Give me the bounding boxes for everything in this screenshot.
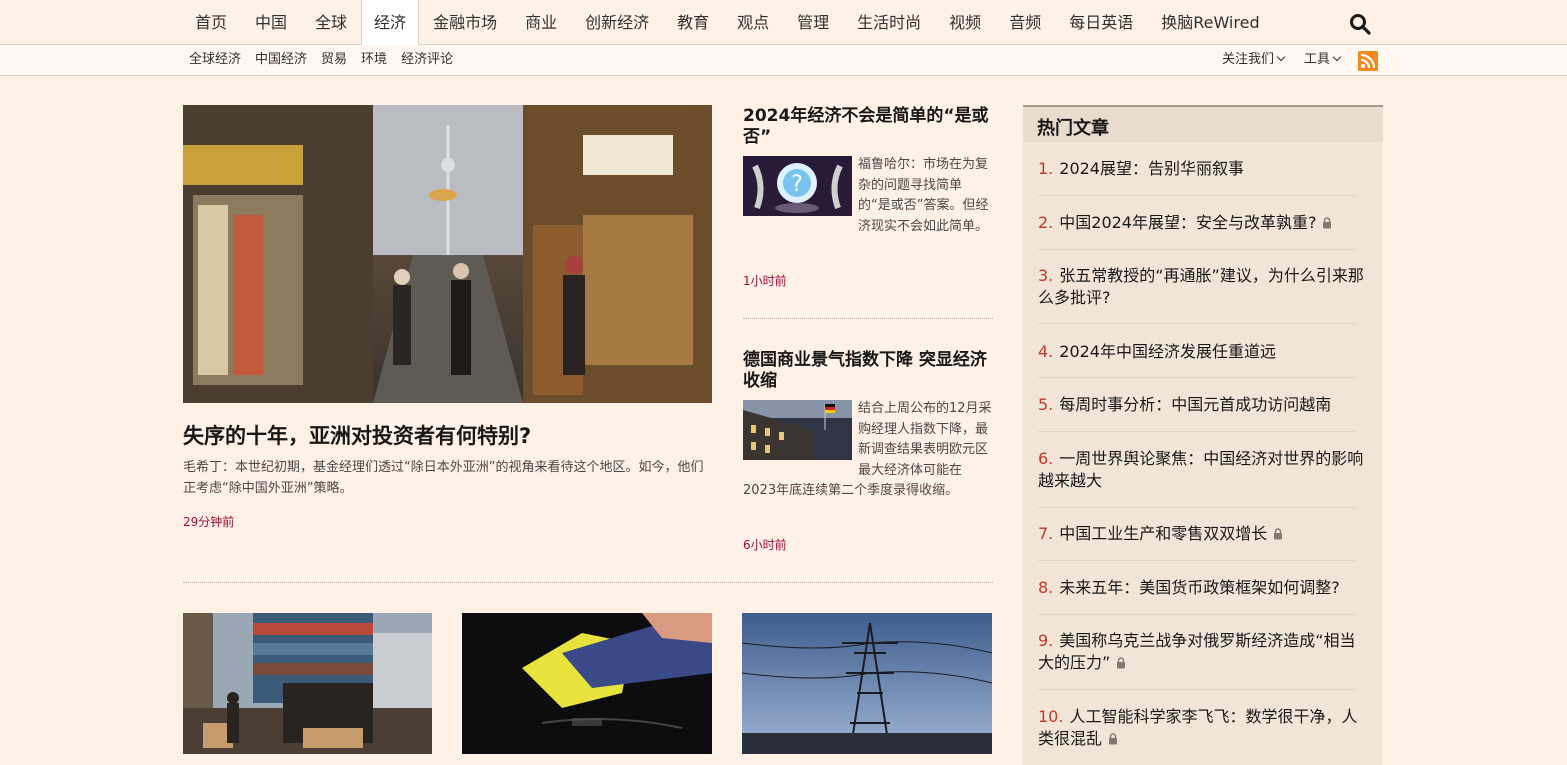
lock-icon [1109,733,1118,745]
nav-item-management[interactable]: 管理 [783,0,843,44]
hot-divider [1038,323,1355,324]
lead-story-image[interactable] [183,105,712,403]
story-image-power-lines[interactable] [742,613,992,754]
hot-article-title: 一周世界舆论聚焦：中国经济对世界的影响越来越大 [1038,449,1364,490]
hot-article-title: 中国2024年展望：安全与改革孰重? [1059,213,1317,232]
hot-divider [1038,507,1355,508]
story-image-cleaning[interactable] [462,613,712,754]
hot-articles-panel: 热门文章 1. 2024展望：告别华丽叙事 2. 中国2024年展望：安全与改革孰重… [1023,105,1383,765]
nav-item-markets[interactable]: 金融市场 [419,0,511,44]
side-story-1-summary: ? 福鲁哈尔：市场在为复杂的问题寻找简单的“是或否”答案。但经济现实不会如此简单… [743,155,993,237]
chevron-down-icon [1276,52,1286,62]
hot-article-title: 美国称乌克兰战争对俄罗斯经济造成“相当大的压力” [1038,631,1356,672]
hot-article-8[interactable]: 8. 未来五年：美国货币政策框架如何调整? [1038,577,1368,599]
subnav-item-trade[interactable]: 贸易 [314,45,354,75]
side-story-1-image[interactable]: ? [743,156,852,216]
hot-article-title: 2024年中国经济发展任重道远 [1059,342,1276,361]
lock-icon [1323,217,1332,229]
top-navigation: 首页 中国 全球 经济 金融市场 商业 创新经济 教育 观点 管理 生活时尚 视… [0,0,1567,45]
lead-story-timestamp: 29分钟前 [183,515,235,529]
rank-number: 9. [1038,631,1054,650]
nav-item-audio[interactable]: 音频 [995,0,1055,44]
rank-number: 2. [1038,213,1054,232]
hot-article-6[interactable]: 6. 一周世界舆论聚焦：中国经济对世界的影响越来越大 [1038,448,1368,492]
hot-article-5[interactable]: 5. 每周时事分析：中国元首成功访问越南 [1038,394,1368,416]
rank-number: 10. [1038,707,1064,726]
nav-item-world[interactable]: 全球 [301,0,361,44]
hot-divider [1038,249,1355,250]
nav-item-china[interactable]: 中国 [241,0,301,44]
divider [743,318,993,319]
hot-divider [1038,195,1355,196]
hot-divider [1038,689,1355,690]
rss-icon[interactable] [1358,51,1378,71]
follow-us-dropdown[interactable]: 关注我们 [1222,45,1286,75]
rank-number: 1. [1038,159,1054,178]
lock-icon [1274,528,1283,540]
side-story-2-summary: 结合上周公布的12月采购经理人指数下降，最新调查结果表明欧元区最大经济体可能在2… [743,399,993,502]
hot-articles-heading: 热门文章 [1037,118,1109,139]
side-story-2-timestamp: 6小时前 [743,538,787,552]
hot-divider [1038,431,1355,432]
hot-article-title: 人工智能科学家李飞飞：数学很干净，人类很混乱 [1038,707,1358,748]
subnav-list: 全球经济 中国经济 贸易 环境 经济评论 [182,45,460,75]
side-story-1-text: 福鲁哈尔：市场在为复杂的问题寻找简单的“是或否”答案。但经济现实不会如此简单。 [858,157,989,234]
lead-story-summary: 毛希丁：本世纪初期，基金经理们透过“除日本外亚洲”的视角来看待这个地区。如今，他… [183,460,704,496]
rank-number: 6. [1038,449,1054,468]
side-story-2-title[interactable]: 德国商业景气指数下降 突显经济收缩 [743,350,995,392]
nav-item-education[interactable]: 教育 [663,0,723,44]
nav-item-lifestyle[interactable]: 生活时尚 [843,0,935,44]
nav-item-innovation[interactable]: 创新经济 [571,0,663,44]
hot-articles-header: 热门文章 [1023,105,1383,142]
nav-item-daily-english[interactable]: 每日英语 [1055,0,1147,44]
svg-text:?: ? [791,172,803,197]
rank-number: 4. [1038,342,1054,361]
search-icon[interactable] [1348,12,1372,36]
nav-item-video[interactable]: 视频 [935,0,995,44]
hot-divider [1038,560,1355,561]
hot-article-title: 张五常教授的“再通胀”建议，为什么引来那么多批评? [1038,266,1364,307]
nav-item-business[interactable]: 商业 [511,0,571,44]
nav-item-rewired[interactable]: 换脑ReWired [1147,0,1273,44]
hot-article-7[interactable]: 7. 中国工业生产和零售双双增长 [1038,523,1368,545]
hot-article-title: 中国工业生产和零售双双增长 [1059,524,1268,543]
rank-number: 8. [1038,578,1054,597]
subnav-item-global-economy[interactable]: 全球经济 [182,45,248,75]
subnav-item-china-economy[interactable]: 中国经济 [248,45,314,75]
side-story-1-timestamp: 1小时前 [743,274,787,288]
subnav-item-economic-commentary[interactable]: 经济评论 [394,45,460,75]
hot-article-title: 2024展望：告别华丽叙事 [1059,159,1244,178]
hot-article-4[interactable]: 4. 2024年中国经济发展任重道远 [1038,341,1368,363]
hot-article-9[interactable]: 9. 美国称乌克兰战争对俄罗斯经济造成“相当大的压力” [1038,630,1368,674]
rank-number: 3. [1038,266,1054,285]
rank-number: 5. [1038,395,1054,414]
hot-divider [1038,614,1355,615]
side-story-2-image[interactable] [743,400,852,460]
tools-dropdown[interactable]: 工具 [1304,45,1342,75]
follow-us-label: 关注我们 [1222,52,1275,67]
lead-story-title[interactable]: 失序的十年，亚洲对投资者有何特别? [183,420,713,450]
nav-item-economy[interactable]: 经济 [361,0,420,45]
hot-article-10[interactable]: 10. 人工智能科学家李飞飞：数学很干净，人类很混乱 [1038,706,1368,750]
hot-article-title: 每周时事分析：中国元首成功访问越南 [1059,395,1332,414]
side-story-1-title[interactable]: 2024年经济不会是简单的“是或否” [743,106,995,148]
hot-article-1[interactable]: 1. 2024展望：告别华丽叙事 [1038,158,1368,180]
hot-article-2[interactable]: 2. 中国2024年展望：安全与改革孰重? [1038,212,1368,234]
rank-number: 7. [1038,524,1054,543]
tools-label: 工具 [1304,52,1331,67]
nav-item-home[interactable]: 首页 [181,0,241,44]
sub-navigation: 全球经济 中国经济 贸易 环境 经济评论 关注我们 工具 [0,45,1567,76]
nav-item-opinion[interactable]: 观点 [723,0,783,44]
hot-article-title: 未来五年：美国货币政策框架如何调整? [1059,578,1340,597]
subnav-item-environment[interactable]: 环境 [354,45,394,75]
hot-article-3[interactable]: 3. 张五常教授的“再通胀”建议，为什么引来那么多批评? [1038,265,1368,309]
hot-divider [1038,377,1355,378]
chevron-down-icon [1332,52,1342,62]
story-image-containers[interactable] [183,613,432,754]
section-divider [183,582,993,583]
lock-icon [1117,657,1126,669]
nav-list: 首页 中国 全球 经济 金融市场 商业 创新经济 教育 观点 管理 生活时尚 视… [181,0,1274,45]
